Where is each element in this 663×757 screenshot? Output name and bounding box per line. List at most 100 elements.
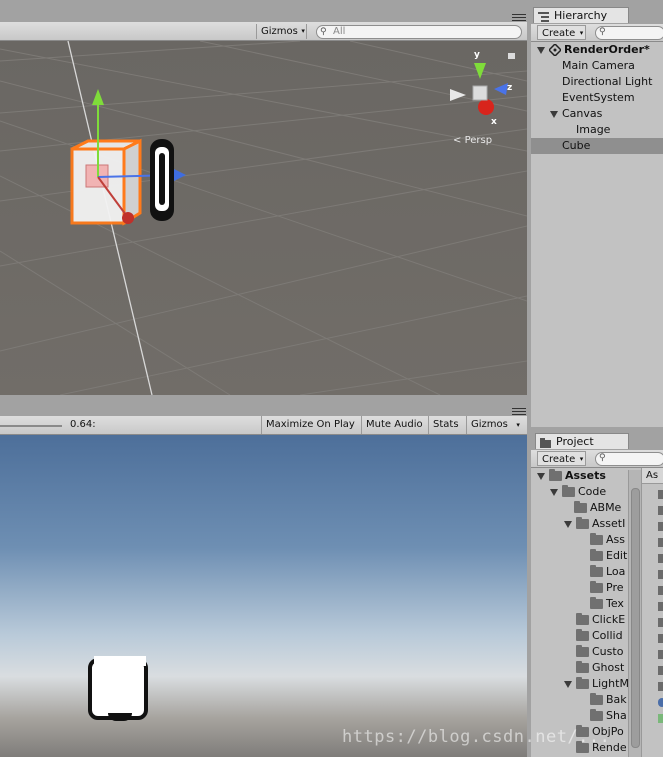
folder-icon bbox=[576, 677, 589, 689]
project-item-edit[interactable]: Edit bbox=[590, 548, 627, 564]
game-gizmos-button[interactable]: Gizmos ▾ bbox=[466, 416, 522, 434]
maximize-on-play-button[interactable]: Maximize On Play bbox=[261, 416, 359, 434]
project-item-label: LightM bbox=[592, 677, 629, 690]
asset-icon[interactable] bbox=[658, 538, 663, 547]
scrollbar-thumb[interactable] bbox=[631, 488, 640, 748]
scene-view[interactable]: y z x < Persp bbox=[0, 41, 527, 395]
hierarchy-tab-label: Hierarchy bbox=[554, 9, 608, 22]
project-item-pre[interactable]: Pre bbox=[590, 580, 624, 596]
hierarchy-list: RenderOrder* Main Camera Directional Lig… bbox=[531, 42, 663, 427]
search-icon: ⚲ bbox=[320, 27, 327, 37]
project-item-label: Ghost bbox=[592, 661, 625, 674]
scene-gizmos-label: Gizmos bbox=[261, 26, 298, 37]
hierarchy-item-cube[interactable]: Cube bbox=[531, 138, 663, 154]
expand-triangle-icon[interactable] bbox=[537, 472, 545, 480]
project-item-lightm[interactable]: LightM bbox=[564, 676, 629, 692]
project-create-label: Create bbox=[542, 454, 576, 465]
unity-scene-icon bbox=[547, 42, 563, 58]
project-item-ghost[interactable]: Ghost bbox=[576, 660, 624, 676]
search-icon: ⚲ bbox=[599, 453, 606, 463]
folder-icon bbox=[549, 469, 562, 481]
folder-icon bbox=[540, 437, 551, 448]
asset-icon[interactable] bbox=[658, 650, 663, 659]
hierarchy-item-main-camera[interactable]: Main Camera bbox=[531, 58, 663, 74]
expand-triangle-icon[interactable] bbox=[550, 488, 558, 496]
unity-editor: Gizmos ▾ ⚲ All y z x < Persp 0.64: Maxim… bbox=[0, 0, 663, 757]
project-scrollbar[interactable] bbox=[628, 470, 641, 757]
search-icon: ⚲ bbox=[599, 27, 606, 37]
expand-triangle-icon[interactable] bbox=[550, 110, 558, 118]
asset-icon[interactable] bbox=[658, 698, 663, 707]
asset-icon[interactable] bbox=[658, 522, 663, 531]
project-item-collid[interactable]: Collid bbox=[576, 628, 623, 644]
axis-x-label: x bbox=[491, 117, 497, 127]
project-toolbar: Create ▾ ⚲ bbox=[531, 450, 663, 468]
mute-audio-button[interactable]: Mute Audio bbox=[361, 416, 427, 434]
project-item-clicke[interactable]: ClickE bbox=[576, 612, 625, 628]
chevron-down-icon: ▾ bbox=[579, 29, 584, 37]
project-item-bak[interactable]: Bak bbox=[590, 692, 627, 708]
game-view[interactable] bbox=[0, 435, 527, 757]
asset-icon[interactable] bbox=[658, 714, 663, 723]
scale-value: 0.64: bbox=[70, 419, 96, 430]
asset-icon[interactable] bbox=[658, 570, 663, 579]
hierarchy-item-label: Canvas bbox=[562, 107, 603, 120]
scale-slider[interactable] bbox=[0, 425, 62, 427]
hierarchy-item-eventsystem[interactable]: EventSystem bbox=[531, 90, 663, 106]
project-item-label: Ass bbox=[606, 533, 625, 546]
hierarchy-item-image[interactable]: Image bbox=[531, 122, 663, 138]
asset-icon[interactable] bbox=[658, 490, 663, 499]
game-panel-menu-icon[interactable] bbox=[512, 408, 526, 416]
chevron-down-icon: ▾ bbox=[516, 421, 520, 429]
scene-search-input[interactable]: ⚲ All bbox=[316, 25, 522, 39]
asset-icon[interactable] bbox=[658, 682, 663, 691]
asset-icon[interactable] bbox=[658, 586, 663, 595]
folder-icon bbox=[574, 501, 587, 513]
project-item-tex[interactable]: Tex bbox=[590, 596, 624, 612]
project-item-code[interactable]: Code bbox=[550, 484, 606, 500]
expand-triangle-icon[interactable] bbox=[564, 680, 572, 688]
stats-button[interactable]: Stats bbox=[428, 416, 463, 434]
scene-panel-menu-icon[interactable] bbox=[512, 14, 526, 22]
project-item-label: Collid bbox=[592, 629, 623, 642]
folder-icon bbox=[576, 517, 589, 529]
project-item-label: ABMe bbox=[590, 501, 622, 514]
hierarchy-item-canvas[interactable]: Canvas bbox=[531, 106, 663, 122]
scene-gizmos-button[interactable]: Gizmos ▾ bbox=[256, 24, 307, 39]
asset-icon[interactable] bbox=[658, 602, 663, 611]
asset-icon[interactable] bbox=[658, 554, 663, 563]
project-item-custo[interactable]: Custo bbox=[576, 644, 623, 660]
project-item-ass[interactable]: Ass bbox=[590, 532, 625, 548]
project-create-button[interactable]: Create ▾ bbox=[537, 451, 587, 466]
project-item-assets[interactable]: Assets bbox=[537, 468, 606, 484]
asset-icon[interactable] bbox=[658, 666, 663, 675]
scene-root-item[interactable]: RenderOrder* bbox=[531, 42, 663, 58]
scene-toolbar: Gizmos ▾ ⚲ All bbox=[0, 22, 527, 41]
tab-project[interactable]: Project bbox=[535, 433, 629, 449]
hierarchy-create-label: Create bbox=[542, 28, 576, 39]
hierarchy-item-directional-light[interactable]: Directional Light bbox=[531, 74, 663, 90]
expand-triangle-icon[interactable] bbox=[537, 46, 545, 54]
project-item-label: Edit bbox=[606, 549, 628, 562]
expand-triangle-icon[interactable] bbox=[564, 520, 572, 528]
assets-column-header: As bbox=[642, 468, 663, 484]
project-item-label: Custo bbox=[592, 645, 624, 658]
hierarchy-create-button[interactable]: Create ▾ bbox=[537, 25, 587, 40]
asset-icon[interactable] bbox=[658, 634, 663, 643]
project-search-input[interactable]: ⚲ bbox=[595, 452, 663, 466]
asset-icon[interactable] bbox=[658, 618, 663, 627]
project-item-label: Tex bbox=[606, 597, 624, 610]
game-toolbar: 0.64: Maximize On Play Mute Audio Stats … bbox=[0, 416, 527, 435]
folder-icon bbox=[590, 709, 603, 721]
hierarchy-search-input[interactable]: ⚲ bbox=[595, 26, 663, 40]
project-item-loa[interactable]: Loa bbox=[590, 564, 625, 580]
persp-label[interactable]: < Persp bbox=[453, 135, 492, 146]
tab-hierarchy[interactable]: Hierarchy bbox=[533, 7, 629, 23]
project-item-sha[interactable]: Sha bbox=[590, 708, 627, 724]
project-item-abme[interactable]: ABMe bbox=[574, 500, 621, 516]
asset-icon[interactable] bbox=[658, 506, 663, 515]
project-item-label: Bak bbox=[606, 693, 627, 706]
project-item-asseti[interactable]: AssetI bbox=[564, 516, 625, 532]
scene-name: RenderOrder* bbox=[564, 43, 650, 56]
axis-z-label: z bbox=[507, 83, 512, 93]
